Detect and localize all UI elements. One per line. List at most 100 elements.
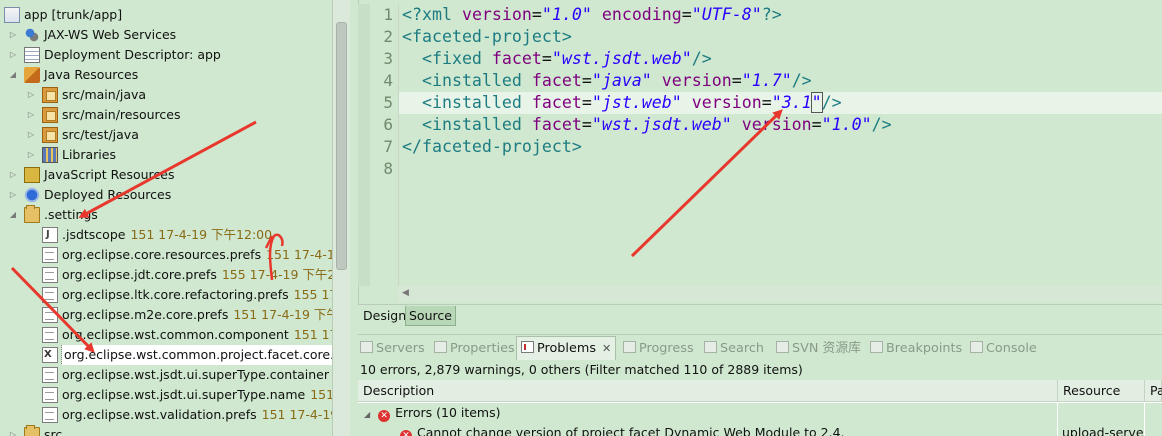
view-tab-label: Progress [639, 341, 694, 356]
code-token: "wst.jsdt.web" [591, 115, 732, 134]
problem-row[interactable]: ✕ Cannot change version of project facet … [358, 423, 1162, 436]
folder-icon [24, 205, 40, 223]
tree-item[interactable]: org.eclipse.wst.validation.prefs 151 17-4… [0, 405, 332, 425]
tree-item-decoration: 155 17-4 [293, 287, 332, 302]
xml-editor: 12345678 <?xml version="1.0" encoding="U… [358, 0, 1162, 306]
tree-item[interactable]: org.eclipse.jdt.core.prefs 155 17-4-19 下午… [0, 265, 332, 285]
console-icon [970, 341, 983, 353]
collapsed-twisty-icon[interactable]: ▷ [26, 125, 36, 145]
tab-design[interactable]: Design [360, 306, 409, 326]
current-code-line[interactable]: <installed facet="jst.web" version="3.1"… [399, 92, 1162, 114]
tree-scrollbar-thumb[interactable] [336, 22, 347, 270]
tree-item[interactable]: ▷ src/test/java [0, 125, 332, 145]
tree-item[interactable]: app [trunk/app] [0, 5, 332, 25]
tree-item-label: src/main/java [62, 87, 147, 102]
bottom-views-panel: Servers Properties Problems ✕ Progress Search… [358, 334, 1162, 436]
tab-console[interactable]: Console [970, 337, 1037, 361]
expanded-twisty-icon[interactable]: ◢ [364, 410, 370, 419]
close-icon[interactable]: ✕ [602, 342, 611, 355]
tree-item-text: JAX-WS Web Services [44, 25, 176, 45]
tree-item[interactable]: ◢ .settings [0, 205, 332, 225]
line-number: 3 [383, 49, 393, 68]
deployed-resources-icon [24, 187, 40, 203]
error-icon: ✕ [378, 410, 391, 422]
tree-item[interactable]: ▷ src/main/resources [0, 105, 332, 125]
code-line[interactable]: <installed facet="wst.jsdt.web" version=… [402, 114, 892, 136]
code-token: "java" [591, 71, 652, 90]
tree-item[interactable]: org.eclipse.ltk.core.refactoring.prefs 15… [0, 285, 332, 305]
tab-breakpoints[interactable]: Breakpoints [870, 337, 962, 361]
code-token: <fixed [421, 49, 492, 68]
tab-progress[interactable]: Progress [623, 337, 694, 361]
code-token: version [691, 93, 762, 112]
column-header-description[interactable]: Description [358, 380, 1058, 402]
tree-item[interactable]: ▷ src/main/java [0, 85, 332, 105]
tab-servers[interactable]: Servers [360, 337, 425, 361]
collapsed-twisty-icon[interactable]: ▷ [8, 45, 18, 65]
collapsed-twisty-icon[interactable]: ▷ [8, 25, 18, 45]
column-header-path[interactable]: Pa [1145, 380, 1162, 402]
code-token: = [531, 5, 542, 24]
code-line[interactable]: </faceted-project> [402, 136, 582, 158]
code-token: version [461, 5, 532, 24]
tree-scrollbar[interactable] [332, 0, 350, 436]
code-token: <installed [421, 71, 532, 90]
collapsed-twisty-icon[interactable]: ▷ [8, 425, 18, 436]
column-header-resource[interactable]: Resource [1058, 380, 1145, 402]
code-line[interactable]: <fixed facet="wst.jsdt.web"/> [402, 48, 712, 70]
code-line[interactable]: <faceted-project> [402, 26, 572, 48]
code-token: "1.0" [541, 5, 592, 24]
code-token: "1.0" [821, 115, 872, 134]
tree-item[interactable]: ▷ JavaScript Resources [0, 165, 332, 185]
tree-item[interactable]: org.eclipse.wst.common.project.facet.cor… [0, 345, 332, 365]
code-area[interactable]: <?xml version="1.0" encoding="UTF-8"?> <f… [398, 4, 1162, 286]
tab-properties[interactable]: Properties [434, 337, 515, 361]
collapsed-twisty-icon[interactable]: ▷ [26, 85, 36, 105]
tree-item[interactable]: ◢ Java Resources [0, 65, 332, 85]
progress-icon [623, 341, 636, 353]
tree-item[interactable]: org.eclipse.wst.jsdt.ui.superType.contai… [0, 365, 332, 385]
code-line[interactable]: <?xml version="1.0" encoding="UTF-8"?> [402, 4, 782, 26]
code-token: <installed [421, 115, 532, 134]
collapsed-twisty-icon[interactable]: ▷ [26, 105, 36, 125]
file-icon [42, 267, 58, 283]
tab-problems[interactable]: Problems ✕ [516, 336, 617, 360]
expanded-twisty-icon[interactable]: ◢ [8, 65, 18, 85]
tab-search[interactable]: Search [704, 337, 764, 361]
tree-item[interactable]: org.eclipse.core.resources.prefs 151 17-4… [0, 245, 332, 265]
problem-description: Errors (10 items) [395, 405, 501, 420]
editor-mode-tabs: Design Source [358, 304, 1162, 326]
tree-item[interactable]: .jsdtscope 151 17-4-19 下午12:00 [0, 225, 332, 245]
tab-svn[interactable]: SVN 资源库 [776, 337, 861, 361]
tree-item[interactable]: org.eclipse.m2e.core.prefs 151 17-4-19 下午… [0, 305, 332, 325]
code-token: = [541, 49, 552, 68]
tree-item-decoration: 155 17-4-19 下午2:2 [221, 267, 332, 282]
collapsed-twisty-icon[interactable]: ▷ [8, 165, 18, 185]
problem-group-row[interactable]: ◢ ✕ Errors (10 items) [358, 403, 1162, 423]
tree-item[interactable]: ▷ Deployed Resources [0, 185, 332, 205]
code-token: = [731, 71, 742, 90]
scroll-left-icon[interactable]: ◀ [402, 288, 409, 298]
code-token: <installed [421, 93, 532, 112]
source-folder-icon [42, 87, 58, 103]
code-line[interactable]: <installed facet="java" version="1.7"/> [402, 70, 812, 92]
expanded-twisty-icon[interactable]: ◢ [8, 205, 18, 225]
problem-resource: upload-server [1058, 423, 1144, 436]
tree-item[interactable]: ▷ Libraries [0, 145, 332, 165]
editor-horizontal-scrollbar[interactable]: ◀ [398, 286, 1162, 302]
tree-item[interactable]: ▷ src [0, 425, 332, 436]
collapsed-twisty-icon[interactable]: ▷ [26, 145, 36, 165]
tree-item-text: JavaScript Resources [44, 165, 174, 185]
tree-item[interactable]: ▷ JAX-WS Web Services [0, 25, 332, 45]
tree-item[interactable]: org.eclipse.wst.common.component 151 17-4 [0, 325, 332, 345]
tree-item[interactable]: org.eclipse.wst.jsdt.ui.superType.name 15… [0, 385, 332, 405]
tab-source[interactable]: Source [405, 306, 456, 326]
code-token: facet [531, 71, 582, 90]
code-token: encoding [601, 5, 682, 24]
tree-item-text: org.eclipse.wst.jsdt.ui.superType.name 15… [62, 385, 332, 405]
tree-item[interactable]: ▷ Deployment Descriptor: app [0, 45, 332, 65]
code-token: facet [531, 115, 582, 134]
collapsed-twisty-icon[interactable]: ▷ [8, 185, 18, 205]
